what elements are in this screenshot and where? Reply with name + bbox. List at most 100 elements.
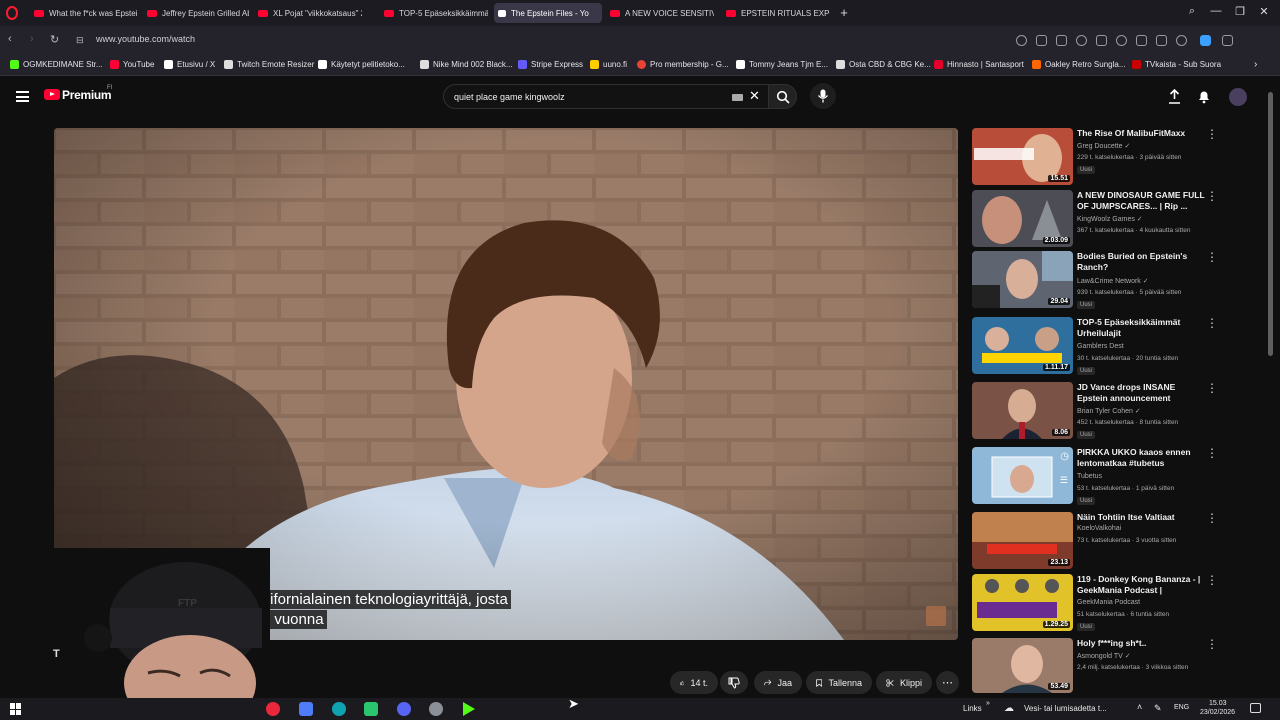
profile-icon[interactable]: [1176, 35, 1187, 46]
keyboard-icon[interactable]: [732, 94, 743, 101]
video-thumbnail[interactable]: 15.51: [972, 128, 1073, 185]
bookmark-item[interactable]: Stripe Express: [518, 60, 583, 69]
channel-name[interactable]: Brian Tyler Cohen ✓: [1077, 407, 1141, 415]
video-title[interactable]: Bodies Buried on Epstein's Ranch?: [1077, 251, 1205, 273]
bookmark-item[interactable]: Hinnasto | Santasport: [934, 60, 1024, 69]
more-options-icon[interactable]: ⋮: [1206, 574, 1218, 586]
channel-name[interactable]: Greg Doucette ✓: [1077, 142, 1130, 150]
channel-name[interactable]: KoeloValkohai: [1077, 525, 1121, 532]
url-field[interactable]: www.youtube.com/watch: [96, 34, 195, 44]
zoom-icon[interactable]: [1016, 35, 1027, 46]
bookmark-item[interactable]: YouTube: [110, 60, 154, 69]
share-button[interactable]: Jaa: [754, 671, 802, 694]
more-options-icon[interactable]: ⋮: [1206, 190, 1218, 202]
reload-icon[interactable]: ↻: [50, 33, 59, 46]
bookmark-item[interactable]: Osta CBD & CBG Ke...: [836, 60, 931, 69]
opera-taskbar-icon[interactable]: [266, 702, 280, 716]
app-taskbar-icon[interactable]: [364, 702, 378, 716]
video-title[interactable]: A NEW DINOSAUR GAME FULL OF JUMPSCARES..…: [1077, 190, 1205, 212]
save-button[interactable]: Tallenna: [806, 671, 872, 694]
show-hidden-icons-icon[interactable]: ˄: [1137, 702, 1142, 712]
tab-search-icon[interactable]: ⌕: [1184, 5, 1200, 18]
bookmark-item[interactable]: Nike Mind 002 Black...: [420, 60, 513, 69]
search-button[interactable]: [769, 84, 797, 109]
bookmark-item[interactable]: TVkaista - Sub Suora: [1132, 60, 1221, 69]
recommended-video[interactable]: 1.11.17 TOP-5 Epäseksikkäimmät Urheilula…: [972, 317, 1222, 379]
browser-tab[interactable]: XL Pojat "viikkokatsaus" 2: [254, 3, 362, 23]
recommended-video[interactable]: 1.29.25 119 - Donkey Kong Bananza - | Ge…: [972, 574, 1222, 636]
video-thumbnail[interactable]: 1.11.17: [972, 317, 1073, 374]
search-input[interactable]: quiet place game kingwoolz ✕: [443, 84, 769, 109]
channel-name[interactable]: GeekMania Podcast: [1077, 599, 1140, 606]
watch-later-clock-icon[interactable]: ◷: [1060, 451, 1069, 462]
minimize-button[interactable]: —: [1208, 5, 1224, 17]
close-window-button[interactable]: ✕: [1256, 5, 1272, 18]
extensions-puzzle-icon[interactable]: [1222, 35, 1233, 46]
app-taskbar-icon[interactable]: [429, 702, 443, 716]
site-info-icon[interactable]: ⊟: [76, 35, 84, 46]
browser-tab[interactable]: What the f*ck was Epstein: [30, 3, 138, 23]
more-options-icon[interactable]: ⋮: [1206, 382, 1218, 394]
browser-tab[interactable]: Jeffrey Epstein Grilled Ab: [143, 3, 249, 23]
camera-icon[interactable]: [1056, 35, 1067, 46]
dislike-button[interactable]: [720, 671, 748, 694]
youtube-premium-logo[interactable]: Premium: [62, 88, 112, 102]
recommended-video[interactable]: 15.51 The Rise Of MalibuFitMaxx Greg Dou…: [972, 128, 1222, 190]
links-toolbar[interactable]: Links: [963, 704, 982, 713]
download-icon[interactable]: [1136, 35, 1147, 46]
more-options-icon[interactable]: ⋮: [1206, 512, 1218, 524]
browser-tab-active[interactable]: The Epstein Files - Yo: [494, 3, 602, 23]
clear-search-icon[interactable]: ✕: [749, 88, 760, 104]
bookmarks-overflow-icon[interactable]: ›: [1254, 59, 1257, 70]
video-title[interactable]: JD Vance drops INSANE Epstein announceme…: [1077, 382, 1205, 404]
recommended-video[interactable]: 2.03.09 A NEW DINOSAUR GAME FULL OF JUMP…: [972, 190, 1222, 252]
channel-name[interactable]: KingWoolz Games ✓: [1077, 215, 1143, 223]
edit-icon[interactable]: [1036, 35, 1047, 46]
bookmark-item[interactable]: OGMKEDIMANE Str...: [10, 60, 103, 69]
more-options-icon[interactable]: ⋮: [1206, 128, 1218, 140]
clock-date[interactable]: 23/02/2026: [1200, 709, 1235, 716]
channel-watermark-icon[interactable]: [926, 606, 946, 626]
back-icon[interactable]: ‹: [8, 33, 12, 45]
more-actions-button[interactable]: ⋯: [936, 671, 959, 694]
heart-icon[interactable]: [1116, 35, 1127, 46]
video-thumbnail[interactable]: 8.06: [972, 382, 1073, 439]
video-thumbnail[interactable]: ◷ ☰: [972, 447, 1073, 504]
extension-icon[interactable]: [1200, 35, 1211, 46]
channel-name[interactable]: Tubetus: [1077, 473, 1102, 480]
bookmark-item[interactable]: Tommy Jeans Tjm E...: [736, 60, 828, 69]
browser-tab[interactable]: TOP-5 Epäseksikkäimmät: [380, 3, 488, 23]
upload-icon[interactable]: [1168, 89, 1181, 104]
channel-name[interactable]: Law&Crime Network ✓: [1077, 277, 1149, 285]
kick-taskbar-icon[interactable]: [463, 702, 475, 716]
video-title[interactable]: The Rise Of MalibuFitMaxx: [1077, 128, 1205, 139]
clip-button[interactable]: Klippi: [876, 671, 932, 694]
youtube-logo-icon[interactable]: [44, 89, 60, 100]
notifications-bell-icon[interactable]: [1197, 89, 1211, 104]
more-options-icon[interactable]: ⋮: [1206, 251, 1218, 263]
bookmark-item[interactable]: Pro membership - G...: [637, 60, 729, 69]
recommended-video[interactable]: 23.13 Näin Tohtiin Itse Valtiaat KoeloVa…: [972, 512, 1222, 574]
more-options-icon[interactable]: ⋮: [1206, 317, 1218, 329]
discord-taskbar-icon[interactable]: [397, 702, 411, 716]
maximize-button[interactable]: ❐: [1232, 5, 1248, 18]
more-options-icon[interactable]: ⋮: [1206, 447, 1218, 459]
pen-icon[interactable]: ✎: [1154, 703, 1162, 714]
bookmark-item[interactable]: Etusivu / X: [164, 60, 215, 69]
opera-logo-icon[interactable]: [6, 6, 18, 20]
forward-icon[interactable]: ›: [30, 33, 34, 45]
video-title[interactable]: Näin Tohtiin Itse Valtiaat: [1077, 512, 1205, 523]
hamburger-menu-icon[interactable]: [16, 91, 29, 102]
notification-center-icon[interactable]: [1250, 703, 1261, 713]
recommended-video[interactable]: 8.06 JD Vance drops INSANE Epstein annou…: [972, 382, 1222, 444]
channel-name[interactable]: Gamblers Dest: [1077, 343, 1124, 350]
bookmark-item[interactable]: Oakley Retro Sungla...: [1032, 60, 1125, 69]
app-taskbar-icon[interactable]: [299, 702, 313, 716]
browser-tab[interactable]: EPSTEIN RITUALS EXPOSE: [722, 3, 830, 23]
new-tab-button[interactable]: +: [836, 5, 852, 20]
video-title[interactable]: PIRKKA UKKO kaaos ennen lentomatkaa #tub…: [1077, 447, 1205, 469]
browser-tab[interactable]: A NEW VOICE SENSITIVE: [606, 3, 714, 23]
language-indicator[interactable]: ENG: [1174, 704, 1189, 711]
edge-taskbar-icon[interactable]: [332, 702, 346, 716]
player-icon[interactable]: [1096, 35, 1107, 46]
